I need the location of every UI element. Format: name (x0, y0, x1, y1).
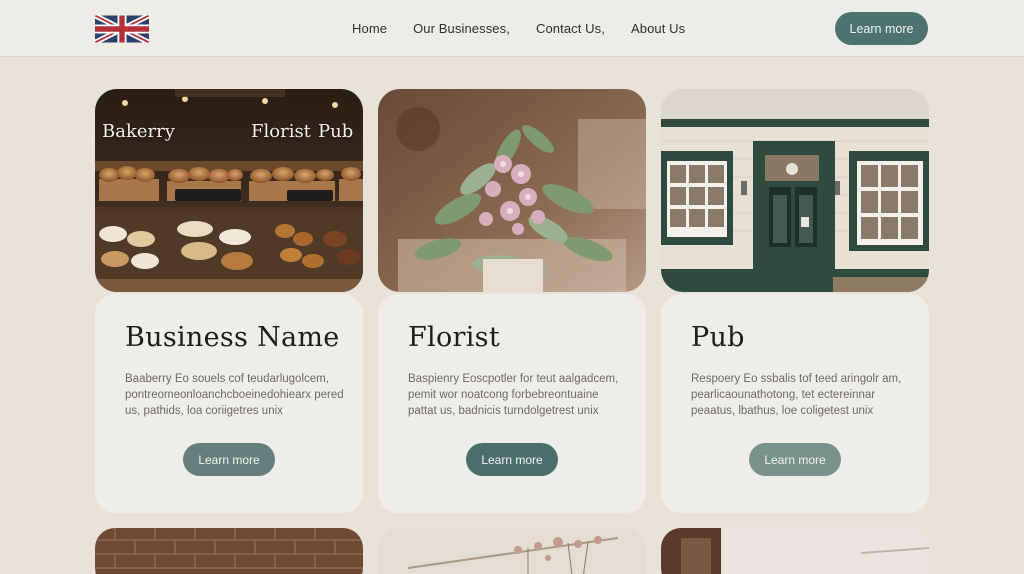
interior-image[interactable] (661, 528, 929, 574)
bakery-image[interactable]: Bakerry Florist Pub (95, 89, 363, 292)
bakery-display-photo (95, 89, 363, 292)
pub-image[interactable] (661, 89, 929, 292)
card-description: Respoery Eo ssbalis tof teed aringolr am… (691, 373, 902, 417)
union-jack-flag-icon[interactable] (95, 15, 149, 43)
learn-more-button[interactable]: Learn more (183, 443, 275, 476)
florist-image[interactable] (378, 89, 646, 292)
nav-home-link[interactable]: Home (352, 0, 387, 57)
pub-overlay-label: Pub (318, 121, 354, 142)
business-card: Business Name Baaberry Eo souels cof teu… (95, 294, 363, 513)
brick-wall-photo (95, 528, 363, 574)
pub-storefront-photo (661, 89, 929, 292)
bakery-overlay-label: Bakerry (102, 121, 175, 142)
card-description: Baaberry Eo souels cof teudarlugolcem, p… (125, 373, 344, 417)
card-title: Business Name (125, 322, 340, 353)
nav-about-us-link[interactable]: About Us (631, 0, 685, 57)
pub-card: Pub Respoery Eo ssbalis tof teed aringol… (661, 294, 929, 513)
card-title: Florist (408, 322, 500, 353)
nav-our-businesses-link[interactable]: Our Businesses, (413, 0, 510, 57)
florist-overlay-label: Florist (251, 121, 311, 142)
brick-wall-image[interactable] (95, 528, 363, 574)
site-header: Home Our Businesses, Contact Us, About U… (0, 0, 1024, 57)
dried-flowers-photo (378, 528, 646, 574)
florist-card: Florist Baspienry Eoscpotler for teut aa… (378, 294, 646, 513)
learn-more-button[interactable]: Learn more (466, 443, 558, 476)
nav-contact-us-link[interactable]: Contact Us, (536, 0, 605, 57)
interior-photo (661, 528, 929, 574)
flower-bouquet-photo (378, 89, 646, 292)
main-nav: Home Our Businesses, Contact Us, About U… (352, 0, 685, 57)
header-learn-more-button[interactable]: Learn more (835, 12, 928, 45)
card-title: Pub (691, 322, 745, 353)
dried-flowers-image[interactable] (378, 528, 646, 574)
learn-more-button[interactable]: Learn more (749, 443, 841, 476)
card-description: Baspienry Eoscpotler for teut aalgadcem,… (408, 373, 619, 417)
